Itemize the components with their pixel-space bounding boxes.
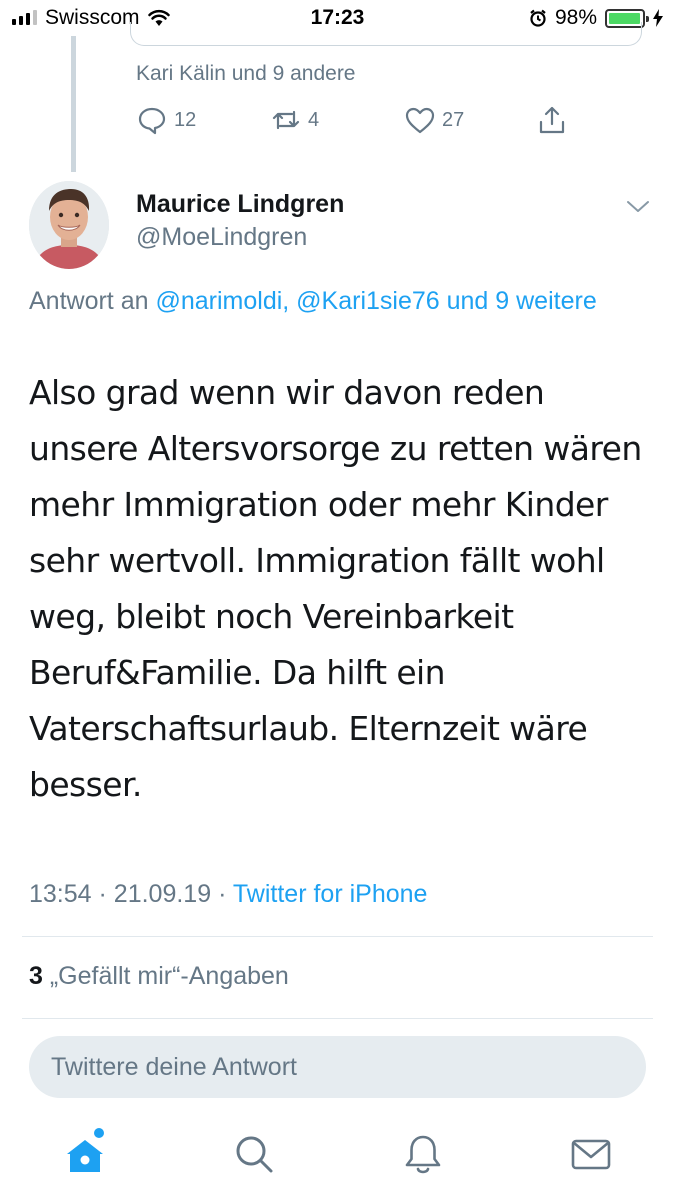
- tab-home[interactable]: [63, 1132, 107, 1176]
- likes-count: 3: [29, 962, 43, 990]
- retweet-action[interactable]: 4: [270, 104, 319, 136]
- heart-icon: [405, 107, 435, 134]
- retweet-count: 4: [308, 108, 320, 131]
- meta-separator: ·: [98, 880, 107, 908]
- reply-context: Antwort an @narimoldi, @Kari1sie76 und 9…: [29, 282, 629, 320]
- reply-count: 12: [174, 108, 197, 131]
- quoted-tweet-card-edge[interactable]: [130, 22, 642, 46]
- tab-notifications[interactable]: [401, 1132, 445, 1176]
- likes-label: „Gefällt mir“-Angaben: [49, 962, 289, 990]
- author-name[interactable]: Maurice Lindgren: [136, 190, 344, 219]
- meta-separator: ·: [218, 880, 227, 908]
- tweet-text: Also grad wenn wir davon reden unsere Al…: [29, 373, 642, 804]
- reply-mentions-link[interactable]: @narimoldi, @Kari1sie76 und 9 weitere: [155, 287, 596, 315]
- thread-connector-line: [71, 36, 76, 172]
- share-icon: [539, 106, 565, 134]
- reply-placeholder: Twittere deine Antwort: [51, 1053, 297, 1081]
- reply-action[interactable]: 12: [136, 104, 196, 136]
- home-icon: [67, 1140, 103, 1172]
- tweet-source-link[interactable]: Twitter for iPhone: [233, 880, 428, 908]
- tab-search[interactable]: [232, 1132, 276, 1176]
- search-icon: [236, 1136, 273, 1173]
- envelope-icon: [571, 1139, 611, 1170]
- retweet-icon: [272, 110, 300, 130]
- profile-photo: [29, 181, 109, 269]
- charging-bolt-icon: [653, 9, 663, 27]
- tweet-date: 21.09.19: [113, 880, 212, 908]
- tweet-time: 13:54: [29, 880, 92, 908]
- divider: [22, 1018, 653, 1019]
- avatar[interactable]: [29, 181, 109, 269]
- likes-summary[interactable]: 3 „Gefällt mir“-Angaben: [29, 962, 289, 991]
- divider: [22, 936, 653, 937]
- tweet-meta: 13:54 · 21.09.19 · Twitter for iPhone: [29, 880, 427, 909]
- reply-input[interactable]: Twittere deine Antwort: [29, 1036, 646, 1098]
- reply-prefix: Antwort an: [29, 287, 149, 315]
- reply-icon: [138, 107, 166, 135]
- chevron-down-icon[interactable]: [626, 196, 650, 216]
- author-handle[interactable]: @MoeLindgren: [136, 223, 307, 252]
- liked-by-summary[interactable]: Kari Kälin und 9 andere: [136, 62, 356, 86]
- share-action[interactable]: [536, 104, 568, 136]
- bell-icon: [405, 1135, 441, 1174]
- previous-tweet-actions: 12 4 27: [136, 104, 576, 140]
- home-new-content-dot: [94, 1128, 104, 1138]
- like-count: 27: [442, 108, 465, 131]
- like-action[interactable]: 27: [404, 104, 464, 136]
- tab-messages[interactable]: [569, 1132, 613, 1176]
